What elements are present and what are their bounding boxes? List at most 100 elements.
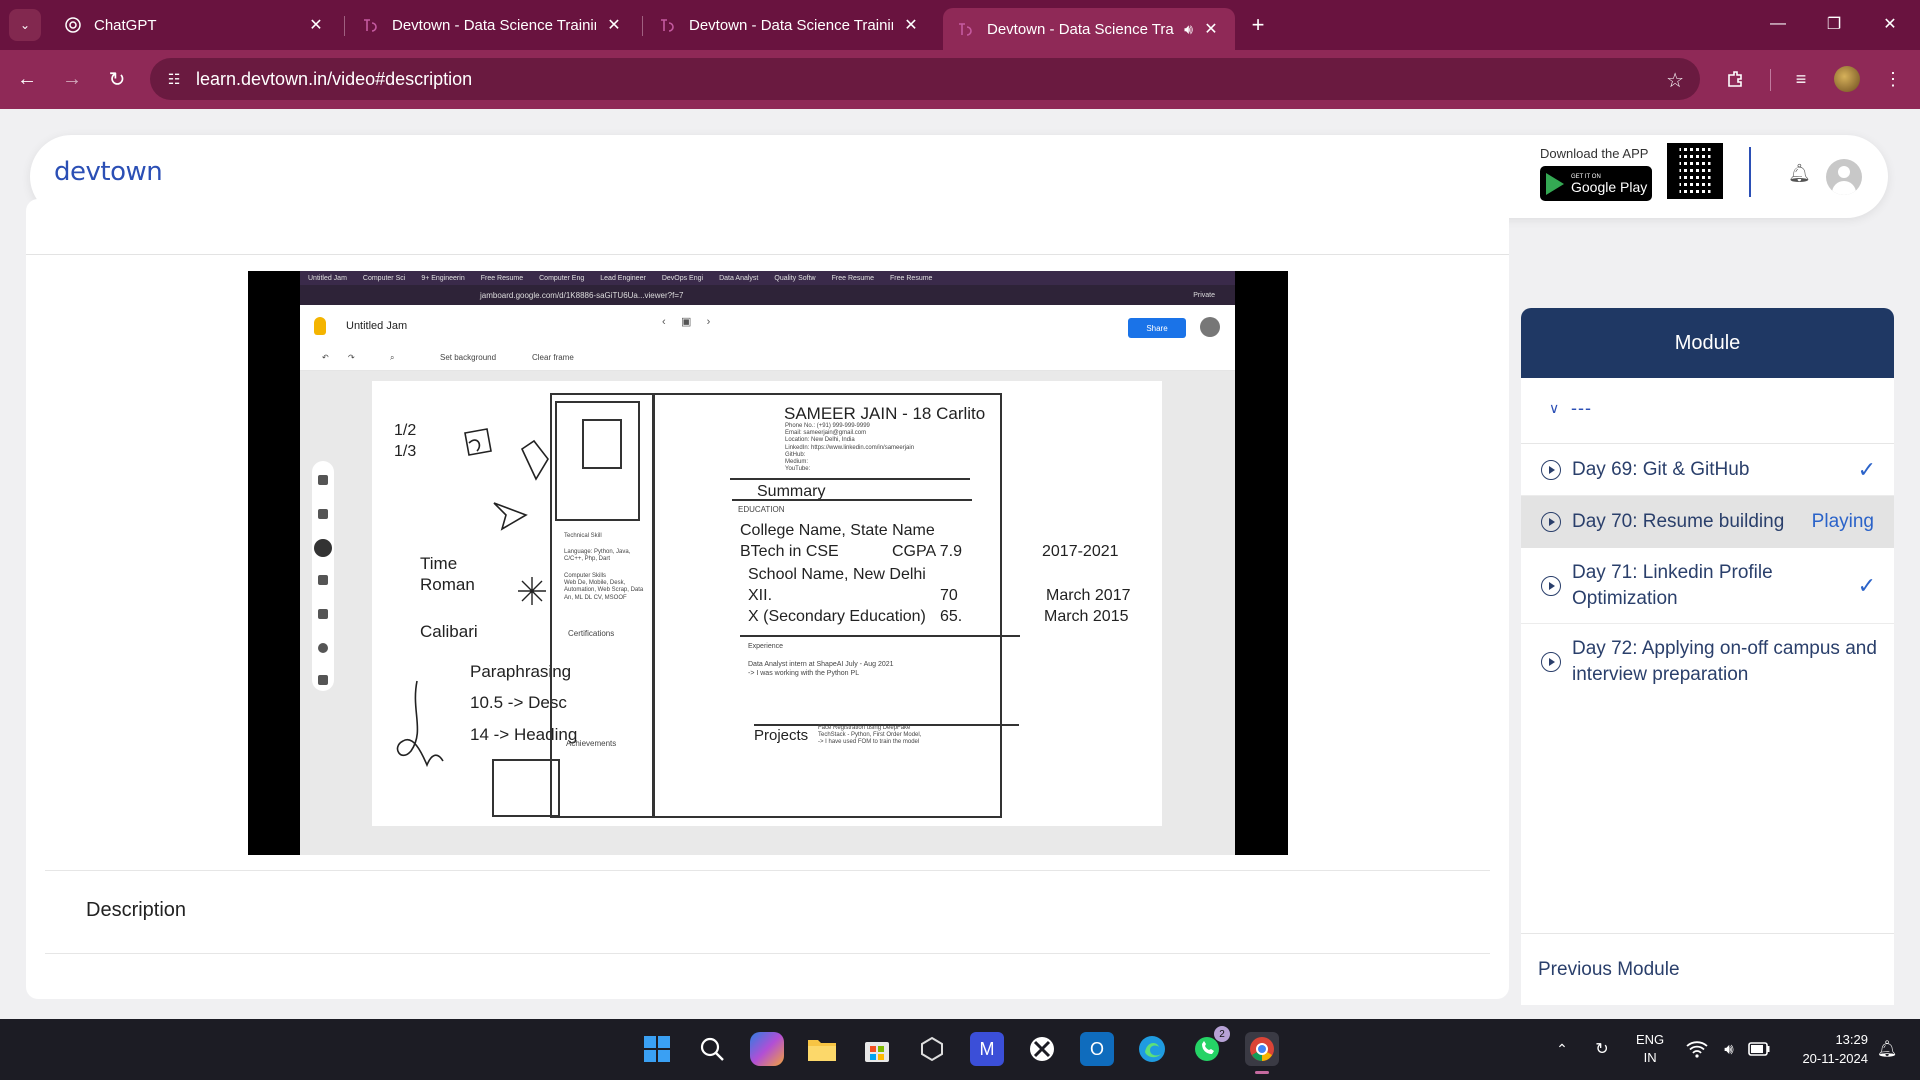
minimize-button[interactable]: — — [1750, 0, 1806, 48]
previous-module-button[interactable]: Previous Module — [1521, 933, 1894, 1005]
check-icon: ✓ — [1857, 572, 1876, 598]
tab-devtown-active[interactable]: Devtown - Data Science Tra 🔊︎ ✕ — [943, 8, 1235, 50]
bookmark-star-icon[interactable]: ☆ — [1666, 68, 1684, 93]
app-m-icon[interactable]: M — [970, 1032, 1004, 1066]
divider — [45, 953, 1490, 954]
video-tab: Untitled Jam — [308, 274, 347, 282]
lesson-title: Day 69: Git & GitHub — [1572, 458, 1750, 480]
tab-devtown-2[interactable]: Devtown - Data Science Training ✕ — [645, 6, 935, 44]
close-icon[interactable]: ✕ — [1201, 19, 1221, 39]
user-avatar[interactable] — [1826, 159, 1862, 195]
sync-icon[interactable]: ↻ — [1585, 1032, 1619, 1066]
site-info-icon[interactable]: ☷ — [164, 69, 184, 89]
chevron-up-icon[interactable]: ⌃ — [1545, 1032, 1579, 1066]
speaker-icon[interactable]: 🔊︎ — [1184, 21, 1193, 38]
xii-score: 70 — [940, 587, 958, 604]
tab-title: Devtown - Data Science Training — [392, 16, 596, 34]
jamboard-canvas: 1/2 1/3 Time Roman Calibari Paraphrasing… — [300, 371, 1235, 855]
restore-button[interactable]: ❐ — [1806, 0, 1862, 48]
google-play-badge[interactable]: GET IT ON Google Play — [1540, 166, 1652, 201]
close-window-button[interactable]: ✕ — [1862, 0, 1918, 48]
windows-start-icon[interactable] — [640, 1032, 674, 1066]
microsoft-store-icon[interactable] — [860, 1032, 894, 1066]
media-control-icon[interactable]: ≡ — [1786, 64, 1816, 94]
jam-avatar — [1200, 317, 1220, 337]
lesson-title: Day 72: Applying on-off campus and inter… — [1572, 638, 1877, 685]
module-section-toggle[interactable]: ∨ --- — [1521, 378, 1894, 444]
college-years: 2017-2021 — [1042, 543, 1119, 560]
close-icon[interactable]: ✕ — [306, 15, 326, 35]
lesson-item-day-72[interactable]: Day 72: Applying on-off campus and inter… — [1521, 624, 1894, 700]
more-menu-icon[interactable]: ⋮ — [1878, 64, 1908, 94]
tab-chatgpt[interactable]: ChatGPT ✕ — [50, 6, 340, 44]
contact-info: Phone No.: (+91) 999-999-9999 Email: same… — [785, 423, 915, 473]
volume-icon[interactable]: 🔊︎ — [1712, 1032, 1746, 1066]
tab-title: Devtown - Data Science Training — [689, 16, 893, 34]
jam-share-button: Share — [1128, 318, 1186, 338]
language-indicator[interactable]: ENG IN — [1636, 1031, 1664, 1067]
file-explorer-icon[interactable] — [805, 1032, 839, 1066]
check-icon: ✓ — [1857, 456, 1876, 482]
video-tab: Quality Softw — [774, 274, 816, 282]
jamboard-sidetools — [312, 461, 334, 691]
video-tab: DevOps Engi — [661, 274, 704, 282]
video-player[interactable]: Untitled Jam Computer Sci 9+ Engineerin … — [248, 271, 1288, 855]
education-rule — [740, 635, 1020, 637]
text-box-icon — [318, 675, 328, 685]
school-line: School Name, New Delhi — [748, 566, 926, 583]
experience-line: Data Analyst intern at ShapeAI July - Au… — [748, 661, 894, 668]
xbox-icon[interactable] — [1025, 1032, 1059, 1066]
experience-detail: -> I was working with the Python PL — [748, 670, 860, 677]
jam-title: Untitled Jam — [346, 320, 408, 332]
address-bar[interactable]: ☷ learn.devtown.in/video#description ☆ — [150, 58, 1700, 100]
system-clock[interactable]: 13:29 20-11-2024 — [1784, 1030, 1868, 1068]
copilot-icon[interactable] — [750, 1032, 784, 1066]
computer-skills: Computer Skills Web De, Mobile, Desk, Au… — [564, 573, 644, 601]
x-score: 65. — [940, 608, 963, 625]
tab-title: Devtown - Data Science Tra — [987, 20, 1174, 38]
wifi-icon[interactable] — [1680, 1032, 1714, 1066]
unity-icon[interactable] — [915, 1032, 949, 1066]
back-button[interactable]: ← — [10, 62, 44, 96]
circle-icon — [318, 643, 328, 653]
lesson-item-day-71[interactable]: Day 71: Linkedin Profile Optimization ✓ — [1521, 548, 1894, 624]
edge-icon[interactable] — [1135, 1032, 1169, 1066]
zoom-icon: ⌕ — [390, 353, 395, 362]
bell-icon[interactable]: 🔔︎ — [1788, 163, 1811, 184]
battery-icon[interactable] — [1742, 1032, 1776, 1066]
xii-line: XII. — [748, 587, 773, 604]
tab-separator — [642, 16, 643, 36]
profile-avatar[interactable] — [1834, 66, 1860, 92]
whiteboard: 1/2 1/3 Time Roman Calibari Paraphrasing… — [372, 381, 1162, 826]
tab-separator — [344, 16, 345, 36]
playing-status: Playing — [1811, 511, 1874, 532]
url-text[interactable]: learn.devtown.in/video#description — [196, 69, 472, 90]
reload-button[interactable]: ↻ — [100, 62, 134, 96]
forward-button[interactable]: → — [55, 62, 89, 96]
experience-heading: Experience — [748, 643, 784, 650]
close-icon[interactable]: ✕ — [901, 15, 921, 35]
notification-bell-icon[interactable]: 🔔︎ — [1870, 1032, 1904, 1066]
play-circle-icon — [1541, 652, 1561, 672]
video-tab: Computer Eng — [539, 274, 585, 282]
whatsapp-icon[interactable]: 2 — [1190, 1026, 1230, 1066]
devtown-logo[interactable]: devtown — [54, 157, 163, 187]
outlook-icon[interactable]: O — [1080, 1032, 1114, 1066]
xii-date: March 2017 — [1046, 587, 1131, 604]
chrome-icon[interactable] — [1245, 1032, 1279, 1074]
tab-devtown-1[interactable]: Devtown - Data Science Training ✕ — [348, 6, 638, 44]
lesson-title: Day 70: Resume building — [1572, 511, 1785, 532]
browser-tabstrip: ⌄ ChatGPT ✕ Devtown - Data Science Train… — [0, 0, 1920, 50]
tab-search-button[interactable]: ⌄ — [9, 9, 41, 41]
extensions-icon[interactable] — [1720, 64, 1750, 94]
new-tab-button[interactable]: + — [1243, 10, 1273, 40]
header-divider — [1749, 147, 1751, 197]
search-icon[interactable] — [695, 1032, 729, 1066]
summary-rule — [730, 478, 970, 480]
module-title: Module — [1521, 308, 1894, 378]
description-heading[interactable]: Description — [86, 899, 186, 922]
lesson-item-day-69[interactable]: Day 69: Git & GitHub ✓ — [1521, 444, 1894, 496]
close-icon[interactable]: ✕ — [604, 15, 624, 35]
google-play-icon — [1546, 172, 1564, 195]
lesson-item-day-70[interactable]: Day 70: Resume building Playing — [1521, 496, 1894, 548]
